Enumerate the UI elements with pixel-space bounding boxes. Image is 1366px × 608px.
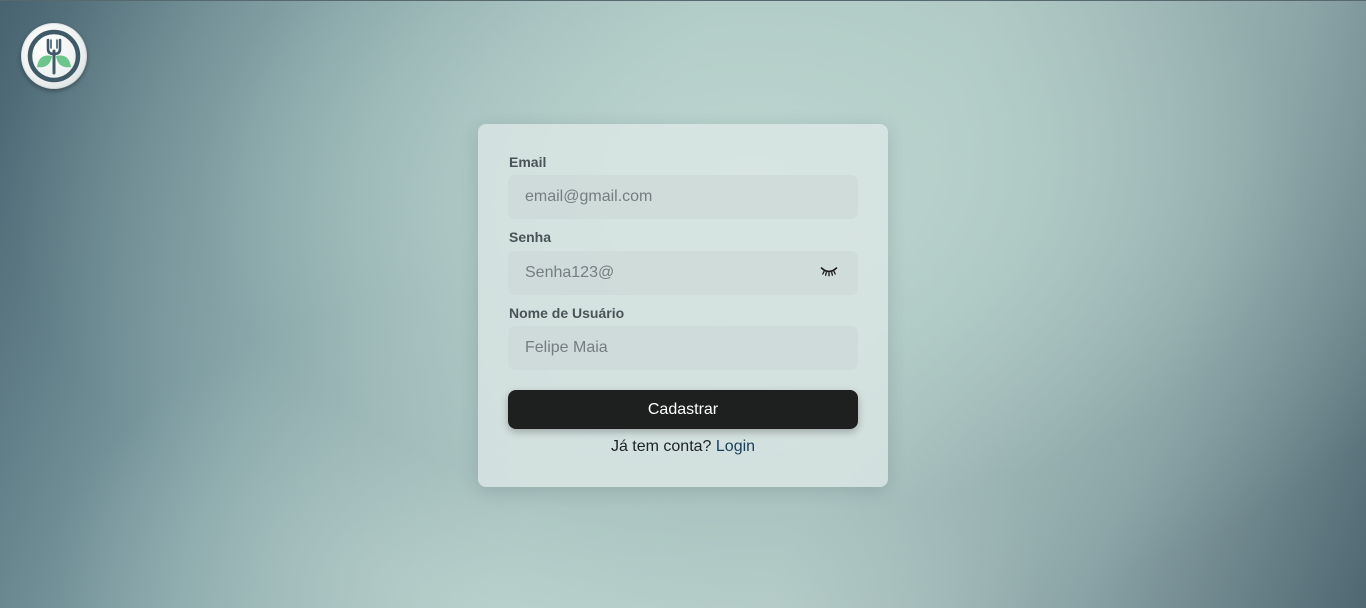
username-field[interactable] <box>508 326 858 370</box>
username-label: Nome de Usuário <box>509 305 625 321</box>
password-field[interactable] <box>508 251 858 295</box>
login-prompt-text: Já tem conta? <box>610 438 712 455</box>
register-button[interactable]: Cadastrar <box>508 390 858 429</box>
email-field[interactable] <box>508 175 858 219</box>
app-logo[interactable] <box>21 23 87 89</box>
fork-leaves-logo-icon <box>27 29 81 83</box>
eye-closed-icon[interactable] <box>820 264 838 278</box>
login-prompt: Já tem conta? Login <box>478 438 888 456</box>
login-link[interactable]: Login <box>716 438 755 455</box>
password-label: Senha <box>509 229 552 245</box>
email-label: Email <box>509 154 547 170</box>
signup-card: Email Senha Nome de Usuário Cadastrar Já… <box>478 124 888 487</box>
